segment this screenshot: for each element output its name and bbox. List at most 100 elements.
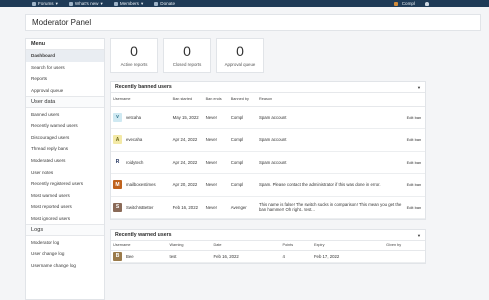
account-area: Compl — [393, 0, 429, 7]
sidebar-item-recently-warned[interactable]: Recently warned users — [26, 120, 104, 132]
username: mailboxestimes — [126, 182, 156, 188]
donate-icon — [154, 1, 159, 6]
sidebar-item-moderator-log[interactable]: Moderator log — [26, 236, 104, 248]
nav-forums[interactable]: Forums ▾ — [32, 1, 58, 7]
warning-date: Feb 16, 2022 — [211, 250, 281, 263]
table-row: Rroidytech Apr 24, 2022 Never Compl Spam… — [111, 151, 425, 174]
sidebar-item-recently-registered[interactable]: Recently registered users — [26, 178, 104, 190]
banned-by[interactable]: Compl — [228, 173, 257, 197]
stat-value: 0 — [130, 43, 138, 59]
stats-row: 0 Active reports 0 Closed reports 0 Appr… — [110, 38, 430, 73]
sidebar-item-banned-users[interactable]: Banned users — [26, 108, 104, 120]
banned-by[interactable]: Compl — [228, 151, 257, 174]
user-cell[interactable]: B Bee — [113, 251, 166, 261]
column-header[interactable]: Ban ends — [203, 93, 229, 107]
nav-members[interactable]: Members ▾ — [113, 1, 143, 7]
panel-title: Recently banned users — [115, 84, 172, 90]
sidebar-item-dashboard[interactable]: Dashboard — [26, 50, 104, 62]
banned-users-table: Username Ban started Ban ends Banned by … — [111, 93, 425, 219]
table-row: B Bee test Feb 16, 2022 4 Feb 17, 2022 — [111, 250, 425, 263]
nav-whats-new[interactable]: What's new ▾ — [68, 0, 103, 7]
avatar: S — [113, 202, 122, 212]
page-title: Moderator Panel — [32, 18, 92, 27]
user-cell[interactable]: Aevecaha — [113, 135, 169, 145]
column-header[interactable]: Warning — [167, 241, 212, 251]
members-icon — [113, 1, 118, 6]
avatar: A — [113, 135, 122, 145]
chevron-down-icon: ▾ — [100, 0, 103, 6]
nav-donate[interactable]: Donate — [154, 1, 175, 7]
warning-title[interactable]: test — [167, 250, 212, 263]
sidebar-item-most-ignored[interactable]: Most ignored users — [26, 213, 104, 225]
stat-value: 0 — [183, 43, 191, 59]
warning-expiry: Feb 17, 2022 — [311, 250, 385, 263]
sidebar: Menu Dashboard Search for users Reports … — [25, 38, 105, 300]
avatar: R — [113, 157, 122, 167]
stat-value: 0 — [236, 43, 244, 59]
stats-area: 0 Active reports 0 Closed reports 0 Appr… — [110, 38, 430, 73]
username: evecaha — [126, 137, 143, 143]
edit-ban-button[interactable]: Edit ban — [404, 196, 425, 219]
edit-ban-button[interactable]: Edit ban — [404, 128, 425, 152]
edit-ban-button[interactable]: Edit ban — [404, 151, 425, 174]
sidebar-item-search-users[interactable]: Search for users — [26, 62, 104, 74]
ban-reason: Spam. Please contact the administrator i… — [256, 173, 405, 197]
column-header[interactable]: Ban started — [170, 93, 204, 107]
caret-down-icon[interactable]: ▼ — [417, 85, 421, 90]
banned-by[interactable]: Avenger — [228, 196, 257, 219]
bell-icon[interactable] — [425, 1, 429, 6]
sidebar-item-thread-reply-bans[interactable]: Thread reply bans — [26, 143, 104, 155]
column-header[interactable]: Banned by — [228, 93, 257, 107]
account-menu[interactable]: Compl — [393, 1, 415, 6]
sidebar-item-approval-queue[interactable]: Approval queue — [26, 85, 104, 97]
column-header[interactable]: Reason — [256, 93, 405, 107]
sidebar-item-discouraged[interactable]: Discouraged users — [26, 132, 104, 144]
sidebar-item-most-reported[interactable]: Most reported users — [26, 201, 104, 213]
sidebar-item-most-warned[interactable]: Most warned users — [26, 190, 104, 202]
sidebar-header: Menu — [26, 39, 104, 50]
table-row: Aevecaha Apr 24, 2022 Never Compl Spam a… — [111, 128, 425, 152]
sidebar-section-logs: Logs — [26, 224, 104, 237]
stat-approval-queue[interactable]: 0 Approval queue — [216, 38, 264, 73]
sidebar-section-user-data: User data — [26, 96, 104, 109]
avatar: B — [113, 251, 122, 261]
column-header[interactable]: Expiry — [311, 241, 385, 251]
sidebar-item-reports[interactable]: Reports — [26, 73, 104, 85]
warning-given-by[interactable] — [384, 250, 425, 263]
user-cell[interactable]: v vetcaha — [113, 112, 169, 122]
user-cell[interactable]: S SwitchIsBetter — [113, 202, 169, 212]
forum-icon — [32, 1, 36, 6]
ban-ends: Never — [203, 151, 229, 174]
warned-users-table: Username Warning Date Points Expiry Give… — [111, 241, 425, 263]
sidebar-item-username-change-log[interactable]: Username change log — [26, 260, 104, 272]
ban-ends: Never — [203, 196, 229, 219]
ban-reason: Spam account — [256, 106, 405, 129]
column-header[interactable]: Date — [211, 241, 281, 251]
sidebar-item-moderated-users[interactable]: Moderated users — [26, 155, 104, 167]
table-row: S SwitchIsBetter Feb 16, 2022 Never Aveng… — [111, 196, 425, 219]
nav-label: Donate — [160, 1, 176, 6]
banned-by[interactable]: Compl — [228, 106, 257, 129]
sidebar-item-user-change-log[interactable]: User change log — [26, 248, 104, 260]
user-cell[interactable]: Mmailboxestimes — [113, 180, 169, 190]
caret-down-icon[interactable]: ▼ — [417, 233, 421, 238]
ban-reason: This name is false! The switch sucks in … — [256, 196, 405, 219]
banned-by[interactable]: Compl — [228, 128, 257, 152]
sidebar-item-user-notes[interactable]: User notes — [26, 166, 104, 178]
stat-closed-reports[interactable]: 0 Closed reports — [163, 38, 211, 73]
column-header[interactable]: Username — [111, 93, 171, 107]
recently-banned-panel: Recently banned users ▼ Username Ban sta… — [110, 81, 426, 220]
column-header[interactable]: Points — [280, 241, 312, 251]
stat-active-reports[interactable]: 0 Active reports — [110, 38, 158, 73]
username: Bee — [126, 253, 134, 259]
edit-ban-button[interactable]: Edit ban — [404, 106, 425, 129]
chevron-down-icon: ▾ — [55, 0, 58, 6]
username: roidytech — [126, 159, 144, 165]
ban-started: Apr 20, 2022 — [170, 173, 204, 197]
user-cell[interactable]: Rroidytech — [113, 157, 169, 167]
column-header[interactable]: Given by — [384, 241, 425, 251]
column-header[interactable]: Username — [111, 241, 168, 251]
avatar — [393, 1, 398, 6]
edit-ban-button[interactable]: Edit ban — [404, 173, 425, 197]
top-navigation: Forums ▾ What's new ▾ Members ▾ Donate C… — [0, 0, 489, 7]
